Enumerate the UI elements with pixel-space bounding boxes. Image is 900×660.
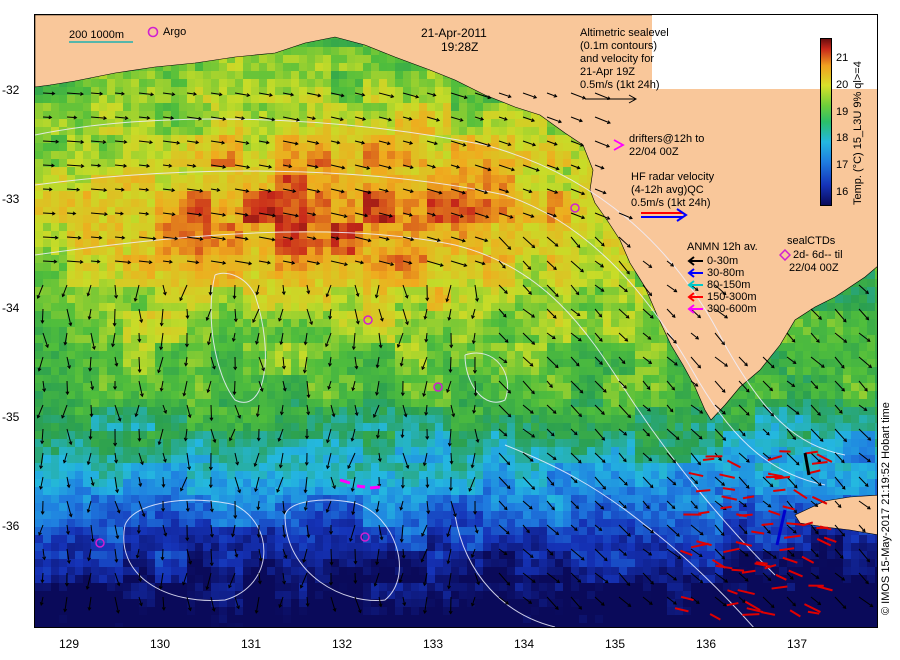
anmn-item-label: 30-80m	[707, 267, 745, 279]
altimetric-note-line4: 21-Apr 19Z	[580, 66, 636, 78]
seal-ctd-legend-icon	[779, 249, 791, 261]
anmn-arrow-icon	[687, 292, 703, 302]
lon-tick-130: 130	[149, 637, 171, 651]
argo-legend-label: Argo	[163, 26, 187, 38]
altimetric-note-line5: 0.5m/s (1kt 24h)	[580, 79, 660, 91]
seal-ctd-line2: 22/04 00Z	[789, 262, 839, 274]
anmn-arrow-icon	[687, 268, 703, 278]
anmn-arrow-icon	[687, 304, 703, 314]
drifters-note-line2: 22/04 00Z	[629, 146, 679, 158]
lat-tick--33: -33	[2, 192, 20, 206]
lon-tick-136: 136	[695, 637, 717, 651]
hf-radar-note-line2: (4-12h avg)QC	[631, 184, 704, 196]
colorbar-tick-19: 19	[836, 105, 849, 118]
lat-tick--32: -32	[2, 83, 20, 97]
colorbar-tick-21: 21	[836, 52, 849, 65]
anmn-item-label: 150-300m	[707, 291, 757, 303]
argo-legend-icon	[147, 26, 159, 38]
colorbar-tick-17: 17	[836, 159, 849, 171]
drifter-legend-icon	[613, 139, 625, 151]
lon-tick-132: 132	[331, 637, 353, 651]
sst-map	[35, 15, 877, 627]
seal-ctd-line1: 2d- 6d-- til	[793, 249, 843, 261]
map-date: 21-Apr-2011	[421, 26, 487, 40]
altimetric-note-line3: and velocity for	[580, 53, 654, 65]
imos-credit: © IMOS 15-May-2017 21:19:52 Hobart time	[880, 402, 892, 615]
lon-tick-133: 133	[422, 637, 444, 651]
altimetric-note-line2: (0.1m contours)	[580, 40, 658, 52]
map-frame: 200 1000m Argo 21-Apr-2011 19:28Z Altime…	[34, 14, 878, 628]
anmn-legend-title: ANMN 12h av.	[687, 241, 758, 253]
colorbar-tick-16: 16	[836, 185, 849, 198]
altimetric-scale-arrow-icon	[585, 94, 638, 104]
hf-radar-note-line1: HF radar velocity	[631, 171, 715, 183]
drifters-note-line1: drifters@12h to	[629, 133, 705, 145]
anmn-item-label: 0-30m	[707, 255, 739, 267]
anmn-arrow-icon	[687, 256, 703, 266]
anmn-item-label: 80-150m	[707, 279, 751, 291]
colorbar-label: Temp. (°C) 15_L3U 9% ql>=4	[852, 61, 864, 205]
lat-tick--35: -35	[2, 410, 20, 424]
colorbar-tick-20: 20	[836, 79, 849, 91]
anmn-arrow-icon	[687, 280, 703, 290]
map-time: 19:28Z	[441, 40, 479, 54]
altimetric-note-line1: Altimetric sealevel	[580, 27, 669, 39]
anmn-item-label: 300-600m	[707, 303, 757, 315]
seal-ctd-title: sealCTDs	[787, 235, 836, 247]
lat-tick--36: -36	[2, 519, 20, 533]
colorbar-tick-18: 18	[836, 132, 849, 145]
lon-tick-129: 129	[58, 637, 80, 651]
temperature-colorbar	[820, 38, 832, 206]
depth-scale-label: 200 1000m	[69, 29, 125, 41]
lon-tick-134: 134	[513, 637, 535, 651]
lon-tick-135: 135	[604, 637, 626, 651]
lon-tick-131: 131	[240, 637, 262, 651]
lat-tick--34: -34	[2, 301, 20, 315]
hf-radar-scale-arrow-icon	[641, 208, 688, 222]
lon-tick-137: 137	[786, 637, 808, 651]
